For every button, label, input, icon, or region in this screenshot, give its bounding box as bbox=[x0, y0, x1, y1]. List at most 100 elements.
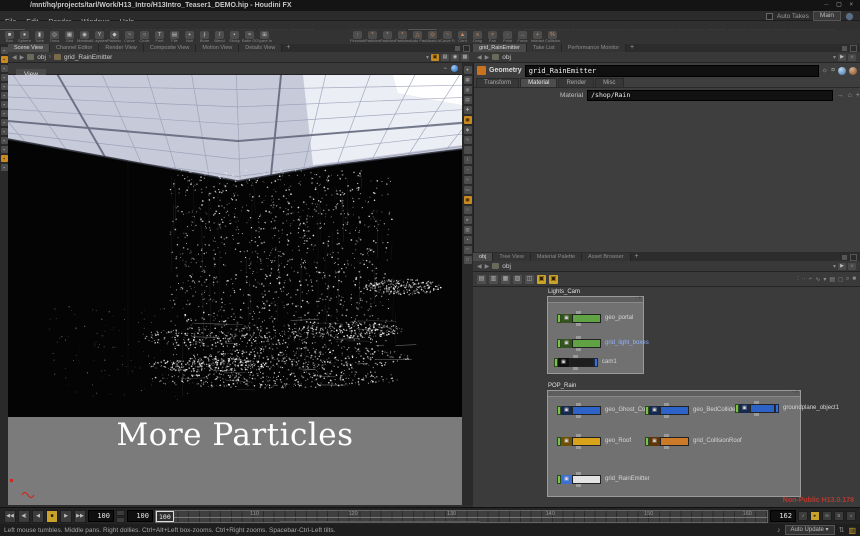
shelf-tool-bone[interactable]: ∤Bone bbox=[197, 30, 212, 43]
scene-viewport[interactable]: View ⌁ More Particles bbox=[8, 63, 462, 505]
param-tab-material[interactable]: Material bbox=[520, 78, 557, 87]
breadcrumb-obj[interactable]: obj bbox=[502, 263, 511, 270]
shelf-tool-particles-fr-[interactable]: *Particles fr... bbox=[395, 30, 410, 43]
pane-maximize-icon[interactable] bbox=[850, 254, 857, 261]
op-jump-icon[interactable]: → bbox=[837, 92, 844, 99]
gear-icon[interactable]: ☼ bbox=[848, 263, 856, 270]
shelf-tool-blend[interactable]: /Blend bbox=[212, 30, 227, 43]
op-chooser-icon[interactable]: ⌂ bbox=[848, 92, 852, 99]
pin-icon[interactable]: ▶ bbox=[838, 263, 846, 270]
net-view-icon[interactable]: ⌕ bbox=[846, 276, 849, 283]
viewport-tool-icon[interactable]: ▪ bbox=[1, 83, 8, 90]
param-tab-render[interactable]: Render bbox=[558, 78, 594, 87]
node-geo_ghost_collision[interactable]: ▣geo_Ghost_Collision bbox=[557, 406, 601, 415]
net-view-icon[interactable]: ■ bbox=[852, 276, 856, 282]
new-pane-tab-icon[interactable]: + bbox=[631, 253, 643, 261]
shelf-tool-fan[interactable]: ×Fan bbox=[485, 30, 500, 43]
window-controls[interactable]: ─ ▢ × bbox=[824, 0, 856, 11]
nav-forward-icon[interactable]: ▶ bbox=[20, 54, 25, 61]
jump-end-button[interactable]: ▶▶ bbox=[74, 510, 86, 523]
viewport-tool-icon[interactable]: ▪ bbox=[1, 155, 8, 162]
new-pane-tab-icon[interactable]: + bbox=[282, 44, 294, 52]
viewport-tool-icon[interactable]: ▪ bbox=[1, 74, 8, 81]
display-option-icon[interactable]: ◍ bbox=[464, 86, 472, 94]
display-option-icon[interactable]: ◠ bbox=[464, 246, 472, 254]
node-geo_portal[interactable]: ▣geo_portal bbox=[557, 314, 601, 323]
viewport-tool-icon[interactable]: ▪ bbox=[1, 92, 8, 99]
shelf-tool-grid[interactable]: ▦Grid bbox=[62, 30, 77, 43]
shelf-tool-font[interactable]: TFont bbox=[152, 30, 167, 43]
viewport-tool-icon[interactable]: ▪ bbox=[1, 56, 8, 63]
snapshot-icon[interactable]: ▤ bbox=[441, 54, 449, 61]
shelf-tool-interact[interactable]: +Interact bbox=[530, 30, 545, 43]
display-option-icon[interactable]: ✚ bbox=[464, 106, 472, 114]
node-grid_light_boxes[interactable]: ▣grid_light_boxes bbox=[557, 339, 601, 348]
viewport-tool-icon[interactable]: ▪ bbox=[1, 137, 8, 144]
play-button[interactable]: ▶ bbox=[60, 510, 72, 523]
display-option-icon[interactable]: ∿ bbox=[464, 136, 472, 144]
display-option-icon[interactable]: ▣ bbox=[464, 116, 472, 124]
pane-tab-composite-view[interactable]: Composite View bbox=[144, 44, 197, 52]
update-arrows-icon[interactable]: ⇅ bbox=[839, 526, 845, 534]
shelf-tool-circle[interactable]: ○Circle bbox=[137, 30, 152, 43]
node-groundplane_object1[interactable]: ▣groundplane_object1 bbox=[735, 404, 779, 413]
viewport-tool-icon[interactable]: ▪ bbox=[1, 47, 8, 54]
shelf-tool-point[interactable]: ·Point bbox=[500, 30, 515, 43]
net-view-icon[interactable]: : bbox=[797, 276, 799, 282]
trash-icon[interactable]: ▥ bbox=[848, 526, 856, 535]
pane-tab-performance-monitor[interactable]: Performance Monitor bbox=[562, 44, 626, 52]
node-body[interactable] bbox=[660, 437, 689, 446]
pane-tab-details-view[interactable]: Details View bbox=[239, 44, 282, 52]
nav-forward-icon[interactable]: ▶ bbox=[485, 263, 490, 270]
pane-split-icon[interactable] bbox=[455, 46, 460, 51]
display-option-icon[interactable]: ▫ bbox=[464, 166, 472, 174]
net-view-icon[interactable]: ∿ bbox=[815, 276, 820, 283]
node-name-field[interactable]: grid_RainEmitter bbox=[525, 65, 819, 77]
viewport-tool-icon[interactable]: ▪ bbox=[1, 164, 8, 171]
pane-tab-render-view[interactable]: Render View bbox=[99, 44, 143, 52]
pane-tab-material-palette[interactable]: Material Palette bbox=[531, 253, 582, 261]
current-frame-field[interactable]: 100 bbox=[88, 510, 114, 522]
range-start-field[interactable]: 100 bbox=[127, 510, 153, 522]
display-option-icon[interactable]: / bbox=[464, 156, 472, 164]
shelf-tool-fireworks[interactable]: ↑Fireworks bbox=[350, 30, 365, 43]
display-option-icon[interactable]: ▥ bbox=[464, 226, 472, 234]
radial-menu-icon[interactable] bbox=[845, 12, 854, 21]
shelf-tool-box[interactable]: ■Box bbox=[2, 30, 17, 43]
comment-icon[interactable] bbox=[849, 67, 857, 75]
pane-maximize-icon[interactable] bbox=[463, 45, 470, 52]
shelf-tool-l-system[interactable]: YL-system bbox=[92, 30, 107, 43]
param-tab-misc[interactable]: Misc bbox=[595, 78, 623, 87]
node-grid_collisionroof[interactable]: ▣grid_CollisionRoof bbox=[645, 437, 689, 446]
node-body[interactable] bbox=[572, 406, 601, 415]
pane-tab-obj[interactable]: obj bbox=[473, 253, 493, 261]
shelf-tool-curve[interactable]: ~Curve bbox=[122, 30, 137, 43]
shelf-tool-attract-to-[interactable]: ◎Attract to... bbox=[425, 30, 440, 43]
param-tab-transform[interactable]: Transform bbox=[476, 78, 519, 87]
breadcrumb-obj[interactable]: obj bbox=[37, 54, 46, 61]
display-option-icon[interactable]: ▦ bbox=[464, 76, 472, 84]
pane-tab-grid-rainemitter[interactable]: grid_RainEmitter bbox=[473, 44, 527, 52]
shelf-tool-sphere[interactable]: ●Sphere bbox=[17, 30, 32, 43]
shelf-tool-collision-d-[interactable]: %Collision D... bbox=[545, 30, 560, 43]
viewport-tool-icon[interactable]: ▪ bbox=[1, 119, 8, 126]
node-body[interactable] bbox=[750, 404, 775, 413]
node-cam1[interactable]: ▣cam1 bbox=[554, 358, 598, 367]
shelf-tool-spare-in-[interactable]: ⊞Spare In... bbox=[257, 30, 272, 43]
net-tool-icon[interactable]: ▥ bbox=[489, 275, 498, 284]
display-option-icon[interactable]: □ bbox=[464, 256, 472, 264]
camera-lock-icon[interactable]: ◉ bbox=[451, 54, 459, 61]
loop-icon[interactable]: ∞ bbox=[822, 511, 832, 521]
path-dropdown-icon[interactable]: ▾ bbox=[426, 54, 429, 61]
shelf-tool-particles-fr-[interactable]: *Particles fr... bbox=[380, 30, 395, 43]
nav-back-icon[interactable]: ◀ bbox=[477, 54, 482, 61]
shelf-tool-file[interactable]: ▤File bbox=[167, 30, 182, 43]
realtime-toggle-icon[interactable]: ▸ bbox=[810, 511, 820, 521]
breadcrumb-obj[interactable]: obj bbox=[502, 54, 511, 61]
shelf-tool-tube[interactable]: ▮Tube bbox=[32, 30, 47, 43]
shelf-tool-bake-ode[interactable]: ≈Bake ODE bbox=[242, 30, 257, 43]
node-body[interactable] bbox=[572, 314, 601, 323]
pane-split-icon[interactable] bbox=[842, 255, 847, 260]
net-view-icon[interactable]: ▤ bbox=[829, 276, 835, 283]
shelf-tool-auto-parco-[interactable]: △Auto Parco... bbox=[410, 30, 425, 43]
